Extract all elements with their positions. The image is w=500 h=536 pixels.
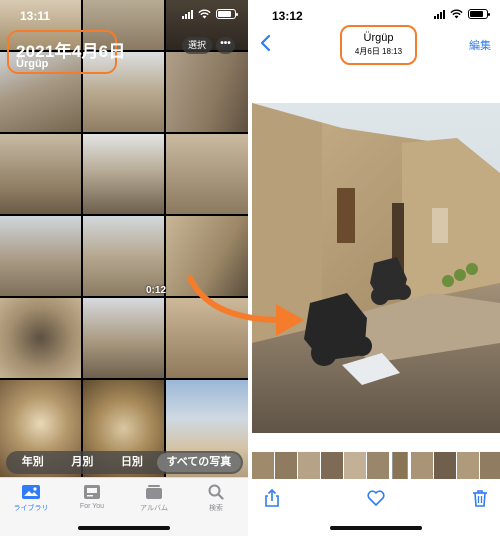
photo-thumbnail[interactable] xyxy=(166,298,248,378)
photo-title-highlight: Ürgüp 4月6日 18:13 xyxy=(340,25,417,65)
tab-search-label: 検索 xyxy=(209,505,223,512)
albums-icon xyxy=(146,485,162,499)
bottom-tab-bar: ライブラリ For You アルバム 検索 xyxy=(0,477,248,536)
tab-all-photos[interactable]: すべての写真 xyxy=(156,453,242,472)
filmstrip-current-thumbnail[interactable] xyxy=(392,452,408,479)
tab-library[interactable]: ライブラリ xyxy=(3,484,59,513)
photo-thumbnail[interactable] xyxy=(166,52,248,132)
photo-thumbnail[interactable] xyxy=(83,298,164,378)
tab-years[interactable]: 年別 xyxy=(8,453,58,472)
wifi-icon xyxy=(450,9,463,19)
status-icons xyxy=(434,9,490,19)
status-icons xyxy=(182,9,238,19)
filmstrip-thumbnail[interactable] xyxy=(480,452,500,479)
photo-datetime: 4月6日 18:13 xyxy=(354,47,403,56)
photo-library-icon xyxy=(22,485,40,499)
home-indicator xyxy=(78,526,170,530)
photo-thumbnail[interactable] xyxy=(0,134,81,214)
video-thumbnail[interactable] xyxy=(83,216,164,296)
tab-months[interactable]: 月別 xyxy=(58,453,108,472)
photo-location-title: Ürgüp xyxy=(363,32,394,44)
filmstrip-thumbnail[interactable] xyxy=(344,452,366,479)
tab-albums[interactable]: アルバム xyxy=(126,484,182,513)
select-button[interactable]: 選択 xyxy=(182,37,212,54)
wifi-icon xyxy=(198,9,211,19)
battery-icon xyxy=(216,9,238,19)
battery-icon xyxy=(468,9,490,19)
filmstrip-thumbnail[interactable] xyxy=(252,452,274,479)
photo-viewer-screen: 13:12 Ürgüp 4月6日 18:13 編集 xyxy=(252,0,500,536)
cellular-signal-icon xyxy=(182,9,193,19)
status-time: 13:12 xyxy=(272,9,303,23)
for-you-icon xyxy=(84,485,100,499)
photo-thumbnail[interactable] xyxy=(0,298,81,378)
photo-thumbnail[interactable] xyxy=(166,216,248,296)
date-header-highlight: 2021年4月6日 Ürgüp xyxy=(7,30,125,74)
photo-thumbnail[interactable] xyxy=(0,216,81,296)
thumbnail-filmstrip xyxy=(252,452,500,479)
edit-button[interactable]: 編集 xyxy=(469,37,491,53)
filmstrip-thumbnail[interactable] xyxy=(434,452,456,479)
video-duration: 0:12 xyxy=(146,285,167,296)
filmstrip-thumbnail[interactable] xyxy=(367,452,389,479)
more-options-button[interactable]: ••• xyxy=(216,37,235,54)
share-icon[interactable] xyxy=(262,488,282,508)
photo-thumbnail[interactable] xyxy=(166,134,248,214)
tab-for-you-label: For You xyxy=(79,503,105,510)
tab-library-label: ライブラリ xyxy=(13,505,49,512)
tab-days[interactable]: 日別 xyxy=(107,453,157,472)
favorite-heart-icon[interactable] xyxy=(366,488,386,508)
main-photo[interactable] xyxy=(252,103,500,433)
filmstrip-thumbnail[interactable] xyxy=(298,452,320,479)
location-label: Ürgüp xyxy=(16,58,49,70)
back-chevron-icon[interactable] xyxy=(258,34,274,52)
photo-thumbnail[interactable] xyxy=(83,134,164,214)
trash-icon[interactable] xyxy=(470,488,490,508)
filmstrip-thumbnail[interactable] xyxy=(275,452,297,479)
screenshot-comparison: 13:11 2021年4月6日 Ürgüp 選択 ••• 0:12 年別 月別 … xyxy=(0,0,500,536)
tab-search[interactable]: 検索 xyxy=(188,484,244,513)
filmstrip-thumbnail[interactable] xyxy=(411,452,433,479)
library-screen: 13:11 2021年4月6日 Ürgüp 選択 ••• 0:12 年別 月別 … xyxy=(0,0,248,536)
status-time: 13:11 xyxy=(20,9,51,23)
view-segmented-control: 年別 月別 日別 すべての写真 xyxy=(6,451,243,474)
search-icon xyxy=(208,484,224,500)
viewer-toolbar xyxy=(252,484,500,514)
screen-divider xyxy=(248,0,252,536)
home-indicator xyxy=(330,526,422,530)
filmstrip-thumbnail[interactable] xyxy=(321,452,343,479)
tab-for-you[interactable]: For You xyxy=(64,484,120,510)
filmstrip-thumbnail[interactable] xyxy=(457,452,479,479)
tab-albums-label: アルバム xyxy=(140,505,168,512)
cellular-signal-icon xyxy=(434,9,445,19)
status-bar: 13:11 xyxy=(0,0,248,30)
